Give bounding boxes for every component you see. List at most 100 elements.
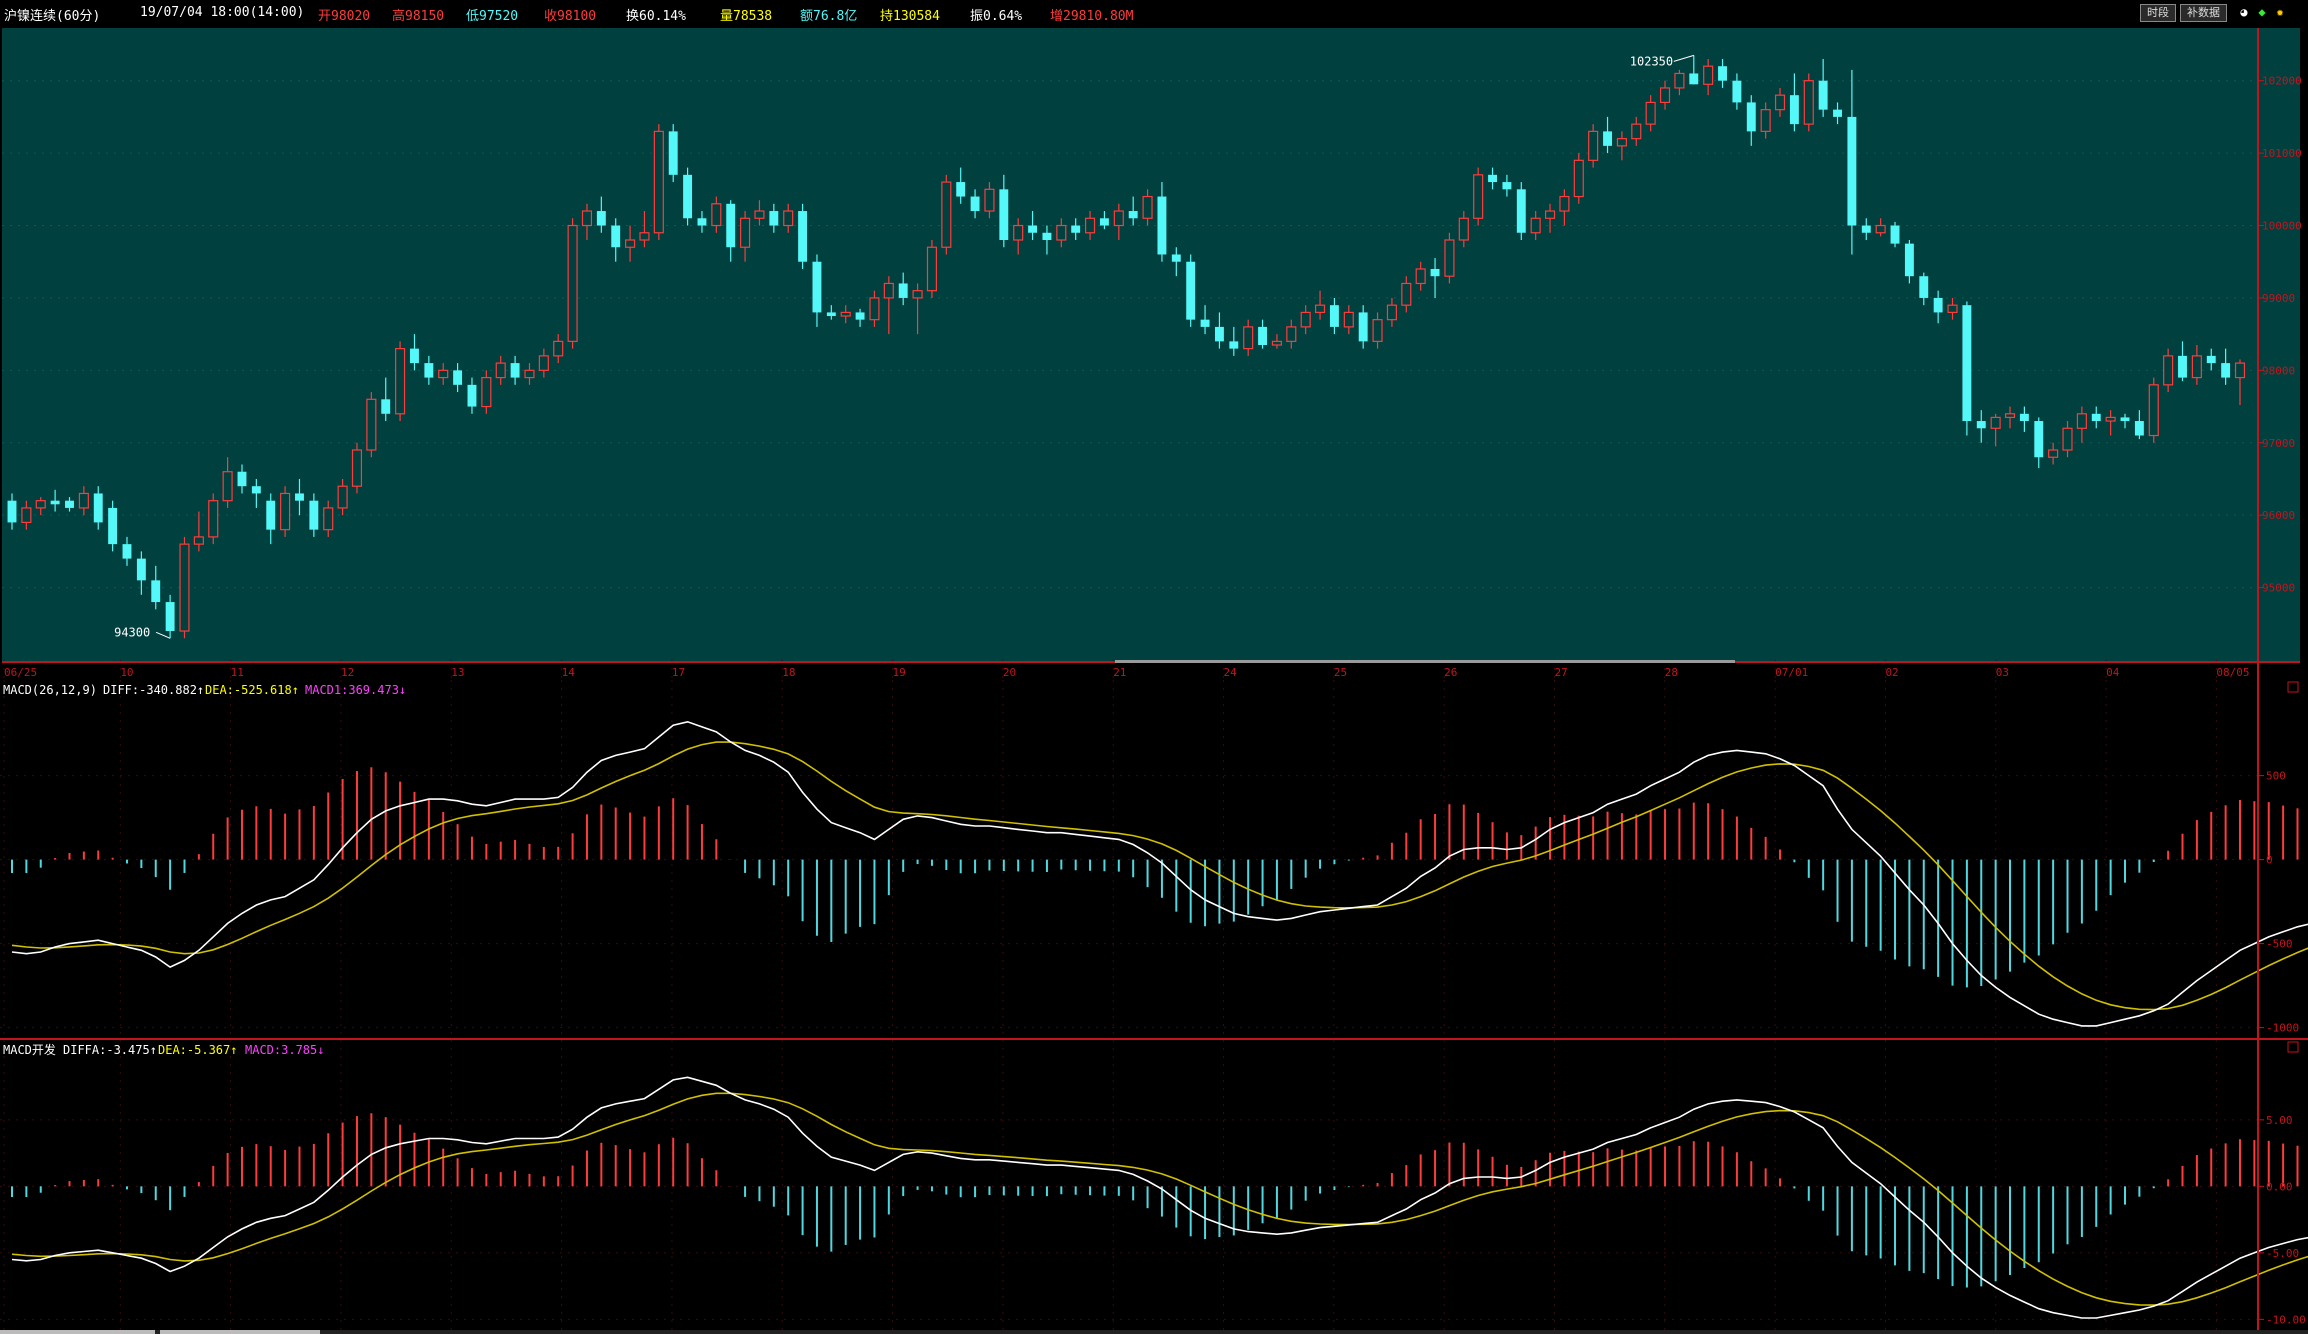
candle-down <box>93 493 103 523</box>
y-tick-label: 102000 <box>2262 75 2302 88</box>
candle-up <box>1300 311 1311 328</box>
y-tick-label: 500 <box>2266 770 2286 783</box>
candle-down <box>1186 261 1196 320</box>
candle-up <box>1559 195 1570 212</box>
candle-down <box>1861 225 1871 233</box>
candle-down <box>1042 232 1052 240</box>
candle-up <box>1703 65 1714 85</box>
candle-up <box>1631 123 1642 140</box>
y-tick-label: 98000 <box>2262 364 2295 377</box>
x-tick-label: 26 <box>1444 666 1457 679</box>
candle-up <box>524 369 535 379</box>
candle-down <box>812 261 822 313</box>
candle-up <box>581 210 593 227</box>
candle-down <box>237 471 247 487</box>
candle-up <box>2004 413 2016 419</box>
candle-down <box>467 384 477 407</box>
candle-down <box>1214 326 1224 342</box>
macd2-macd: MACD:3.785↓ <box>245 1043 324 1057</box>
x-tick-label: 19 <box>893 666 906 679</box>
candle-up <box>553 340 564 357</box>
candle-down <box>1488 174 1497 183</box>
candle-down <box>165 602 175 632</box>
candle-down <box>611 225 621 248</box>
macd-panel[interactable]: 500 0 -500 -1000 MACD(26,12,9) DIFF:-340.88… <box>0 680 2308 1040</box>
candle-up <box>639 232 650 241</box>
x-tick-label: 13 <box>451 666 464 679</box>
scroll-thumb[interactable] <box>1115 660 1735 663</box>
candle-up <box>337 485 348 509</box>
candle-up <box>351 449 363 487</box>
macd1-dea: DEA:-525.618↑ <box>205 683 299 697</box>
y-tick-label: -5.00 <box>2266 1247 2299 1260</box>
candle-down <box>251 486 261 494</box>
candle-down <box>1818 80 1828 110</box>
candle-up <box>1659 87 1671 104</box>
candle-up <box>1616 138 1627 147</box>
candle-up <box>2234 362 2246 379</box>
candle-down <box>1502 182 1512 190</box>
candle-up <box>1271 340 1282 346</box>
candlestick-chart[interactable]: 102000 101000 100000 99000 98000 97000 96000 95… <box>0 0 2308 680</box>
candle-up <box>1286 326 1297 342</box>
candle-down <box>898 283 908 298</box>
candle-down <box>108 507 118 545</box>
candle-up <box>883 282 894 299</box>
candle-down <box>381 399 391 414</box>
macd2-dea: DEA:-5.367↑ <box>158 1043 237 1057</box>
candle-up <box>869 297 880 321</box>
candle-up <box>1343 311 1354 328</box>
candle-up <box>35 500 46 509</box>
candle-down <box>2221 363 2231 378</box>
candle-up <box>366 398 377 451</box>
x-tick-label: 07/01 <box>1775 666 1808 679</box>
sheet-tab[interactable] <box>0 1330 155 1334</box>
candle-down <box>453 370 463 385</box>
candle-up <box>495 362 506 379</box>
macd1-diff: DIFF:-340.882↑ <box>103 683 204 697</box>
x-tick-label: 02 <box>1885 666 1898 679</box>
candle-down <box>1890 225 1900 244</box>
y-tick-label: -1000 <box>2266 1022 2299 1035</box>
candle-down <box>1128 211 1138 219</box>
candle-down <box>2019 413 2029 422</box>
candle-down <box>510 363 520 378</box>
candle-down <box>1258 326 1268 345</box>
x-tick-label: 04 <box>2106 666 2120 679</box>
candle-down <box>769 211 779 226</box>
candle-up <box>1113 210 1124 227</box>
x-tick-label: 14 <box>562 666 576 679</box>
candle-up <box>1444 239 1455 277</box>
macd-dev-panel[interactable]: 5.00 0.00 -5.00 -10.00 MACD开发 DIFFA:-3.475↑… <box>0 1040 2308 1330</box>
candle-down <box>424 363 434 378</box>
candle-up <box>1415 268 1426 285</box>
candle-up <box>1774 94 1786 111</box>
y-tick-label: 100000 <box>2262 220 2302 233</box>
candle-up <box>2105 416 2116 422</box>
candle-down <box>65 500 74 508</box>
candle-up <box>1085 217 1096 234</box>
candle-up <box>21 507 32 524</box>
candle-down <box>683 174 693 219</box>
candle-up <box>783 210 794 227</box>
candle-down <box>1516 189 1526 233</box>
candle-up <box>1803 80 1814 125</box>
candle-up <box>1530 217 1541 234</box>
candle-down <box>1904 243 1914 277</box>
sheet-tab[interactable] <box>160 1330 320 1334</box>
candle-down <box>970 196 980 212</box>
candle-up <box>1544 210 1556 219</box>
y-tick-label: 0.00 <box>2266 1180 2293 1193</box>
candle-down <box>1200 319 1210 327</box>
candle-up <box>1990 416 2001 429</box>
x-tick-label: 24 <box>1224 666 1238 679</box>
candle-down <box>1099 218 1109 226</box>
macd1-title: MACD(26,12,9) <box>3 683 97 697</box>
x-tick-label: 20 <box>1003 666 1016 679</box>
candle-down <box>2134 421 2144 436</box>
candle-down <box>1358 312 1368 342</box>
candle-up <box>840 311 851 317</box>
sheet-tabs <box>0 1330 2308 1334</box>
candle-up <box>179 543 190 632</box>
candle-down <box>1229 341 1239 349</box>
